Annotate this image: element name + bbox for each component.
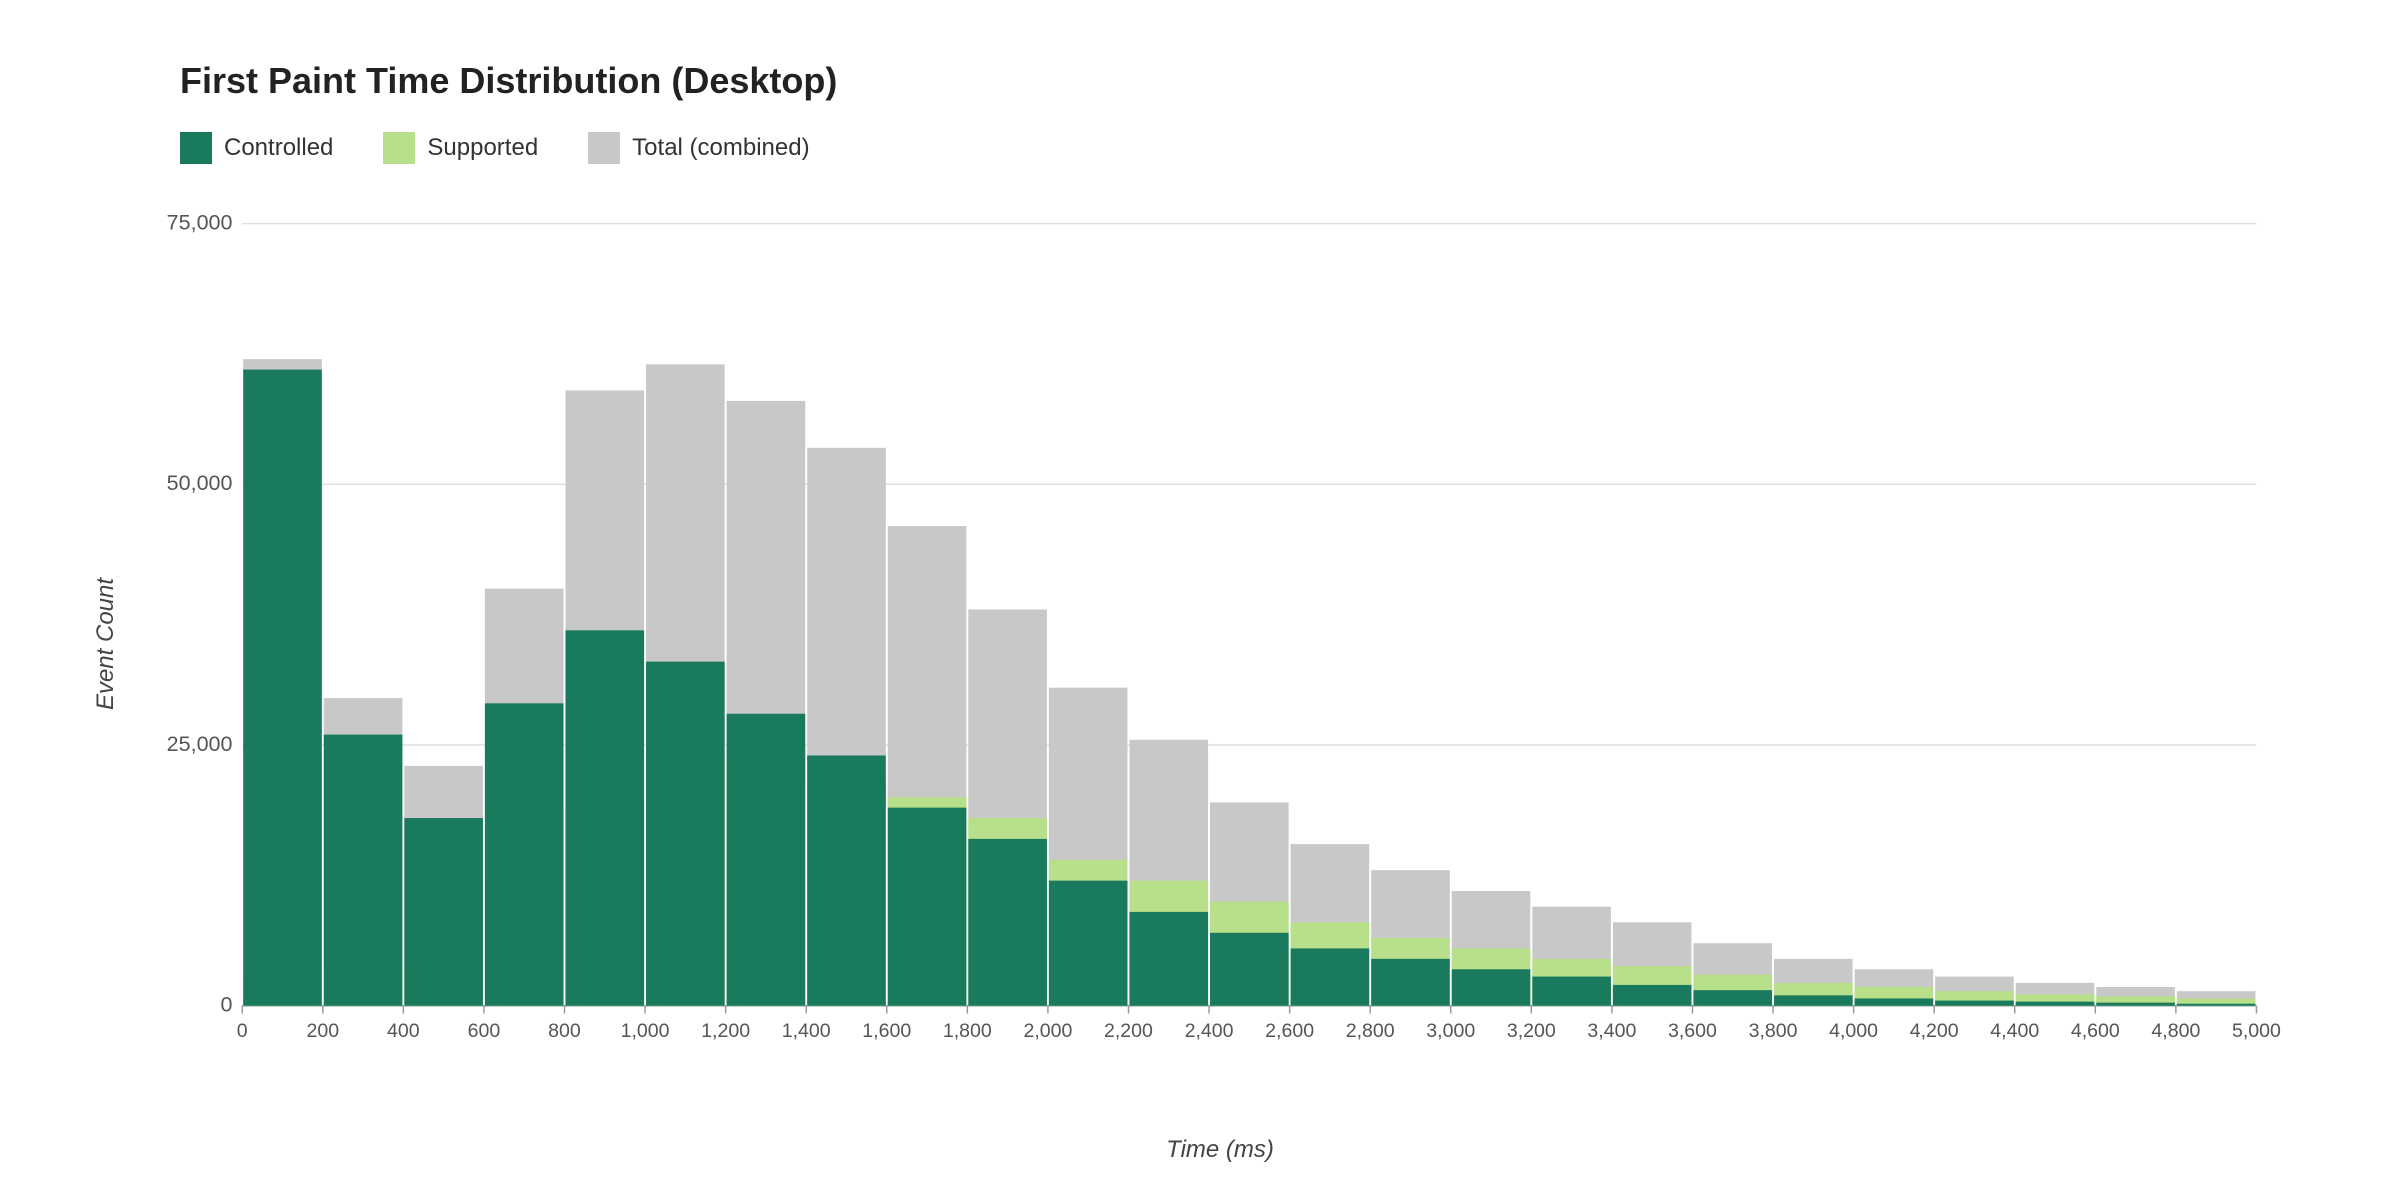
chart-title: First Paint Time Distribution (Desktop) [180, 60, 2320, 102]
main-chart-svg: 0 25,000 50,000 75,000 0 200 400 600 800 1,000 1,2… [120, 204, 2320, 1084]
svg-text:400: 400 [387, 1020, 420, 1042]
chart-area: Event Count Time (ms) 025,00050,00075,00… [120, 204, 2320, 1084]
svg-text:4,800: 4,800 [2151, 1020, 2200, 1042]
svg-text:1,000: 1,000 [621, 1020, 670, 1042]
svg-text:50,000: 50,000 [167, 471, 233, 495]
svg-text:2,000: 2,000 [1023, 1020, 1072, 1042]
svg-text:3,200: 3,200 [1507, 1020, 1556, 1042]
legend: Controlled Supported Total (combined) [180, 132, 2320, 164]
svg-text:1,400: 1,400 [782, 1020, 831, 1042]
svg-text:0: 0 [220, 993, 232, 1017]
svg-text:4,200: 4,200 [1910, 1020, 1959, 1042]
legend-swatch-total [588, 132, 620, 164]
svg-text:1,800: 1,800 [943, 1020, 992, 1042]
legend-label-total: Total (combined) [632, 134, 809, 162]
legend-label-supported: Supported [427, 134, 538, 162]
svg-text:4,600: 4,600 [2071, 1020, 2120, 1042]
y-axis-label: Event Count [92, 578, 120, 710]
svg-text:3,000: 3,000 [1426, 1020, 1475, 1042]
svg-text:4,000: 4,000 [1829, 1020, 1878, 1042]
legend-label-controlled: Controlled [224, 134, 333, 162]
legend-swatch-controlled [180, 132, 212, 164]
svg-text:0: 0 [237, 1020, 248, 1042]
svg-text:600: 600 [468, 1020, 501, 1042]
svg-text:4,400: 4,400 [1990, 1020, 2039, 1042]
svg-text:2,200: 2,200 [1104, 1020, 1153, 1042]
legend-item-total: Total (combined) [588, 132, 809, 164]
svg-text:75,000: 75,000 [167, 210, 233, 234]
svg-text:1,600: 1,600 [862, 1020, 911, 1042]
svg-text:200: 200 [306, 1020, 339, 1042]
svg-text:2,800: 2,800 [1346, 1020, 1395, 1042]
chart-container: First Paint Time Distribution (Desktop) … [0, 0, 2400, 1200]
legend-item-supported: Supported [383, 132, 538, 164]
svg-text:3,800: 3,800 [1749, 1020, 1798, 1042]
svg-text:800: 800 [548, 1020, 581, 1042]
svg-text:5,000: 5,000 [2232, 1020, 2281, 1042]
legend-swatch-supported [383, 132, 415, 164]
x-axis-label: Time (ms) [1166, 1136, 1274, 1164]
svg-text:25,000: 25,000 [167, 732, 233, 756]
svg-text:1,200: 1,200 [701, 1020, 750, 1042]
svg-text:2,400: 2,400 [1185, 1020, 1234, 1042]
svg-text:3,400: 3,400 [1587, 1020, 1636, 1042]
legend-item-controlled: Controlled [180, 132, 333, 164]
svg-text:2,600: 2,600 [1265, 1020, 1314, 1042]
svg-text:3,600: 3,600 [1668, 1020, 1717, 1042]
